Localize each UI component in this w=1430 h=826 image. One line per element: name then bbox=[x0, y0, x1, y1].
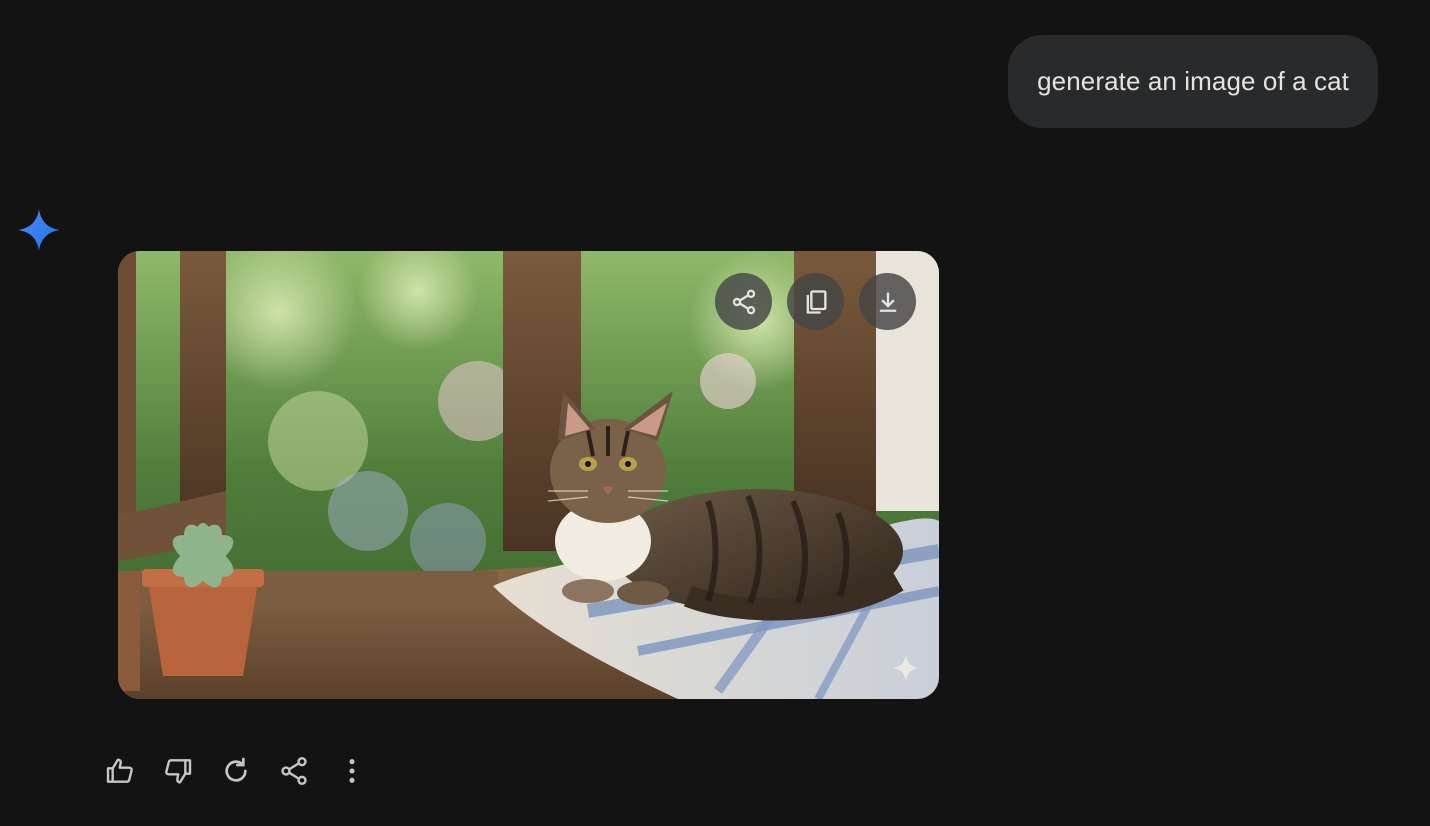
more-options-button[interactable] bbox=[332, 751, 372, 791]
image-share-button[interactable] bbox=[715, 273, 772, 330]
share-response-button[interactable] bbox=[274, 751, 314, 791]
thumbs-up-icon bbox=[106, 758, 133, 783]
generated-image[interactable] bbox=[118, 251, 939, 699]
copy-icon bbox=[806, 289, 826, 314]
regenerate-button[interactable] bbox=[216, 751, 256, 791]
image-copy-button[interactable] bbox=[787, 273, 844, 330]
thumbs-up-button[interactable] bbox=[100, 751, 140, 791]
chat-page: generate an image of a cat bbox=[0, 0, 1430, 826]
user-message-bubble: generate an image of a cat bbox=[1008, 35, 1378, 128]
sparkle-icon bbox=[892, 654, 920, 682]
user-message-text: generate an image of a cat bbox=[1037, 66, 1349, 96]
download-icon bbox=[879, 292, 896, 312]
response-action-bar bbox=[100, 747, 390, 795]
image-download-button[interactable] bbox=[859, 273, 916, 330]
more-options-icon bbox=[349, 759, 355, 783]
share-icon bbox=[281, 757, 307, 785]
thumbs-down-button[interactable] bbox=[158, 751, 198, 791]
thumbs-down-icon bbox=[165, 759, 192, 784]
regenerate-icon bbox=[225, 757, 247, 782]
share-icon bbox=[732, 289, 755, 314]
gemini-logo-icon bbox=[18, 209, 60, 251]
